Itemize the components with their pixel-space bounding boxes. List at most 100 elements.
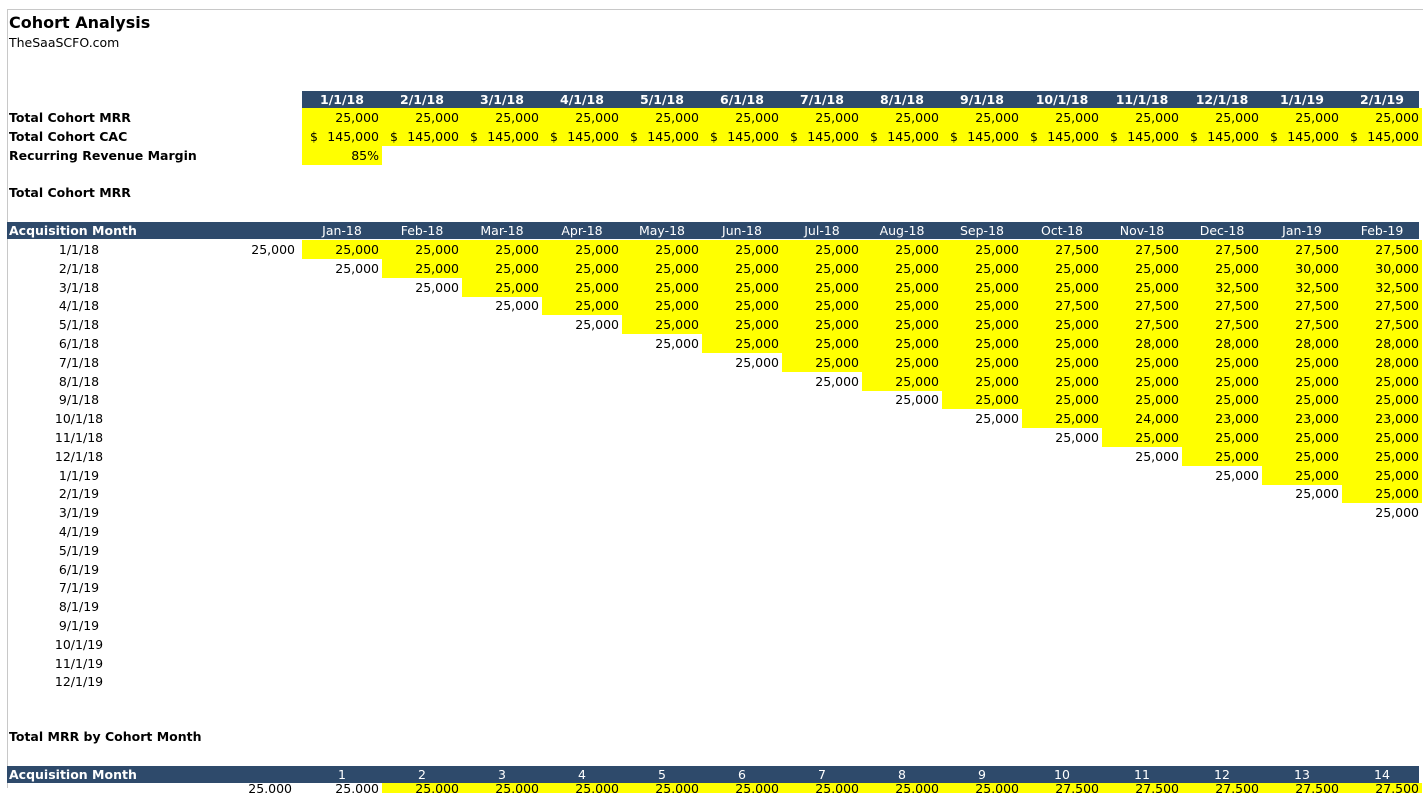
summary-cac-cell[interactable]: $145,000 [382, 127, 462, 146]
cohort-mrr-cell[interactable]: 27,500 [1102, 315, 1182, 334]
section2-partial-cell[interactable]: 27,500 [1262, 783, 1342, 793]
cohort-mrr-cell[interactable]: 25,000 [1102, 353, 1182, 372]
section2-partial-cell[interactable]: 27,500 [1182, 783, 1262, 793]
summary-cac-cell[interactable]: $145,000 [1182, 127, 1262, 146]
cohort-mrr-cell[interactable]: 27,500 [1342, 315, 1422, 334]
cohort-mrr-cell[interactable]: 25,000 [382, 240, 462, 259]
summary-cac-cell[interactable]: $145,000 [702, 127, 782, 146]
summary-cac-cell[interactable]: $145,000 [622, 127, 702, 146]
summary-mrr-cell[interactable]: 25,000 [782, 108, 862, 127]
cohort-mrr-cell[interactable]: 25,000 [862, 259, 942, 278]
cohort-mrr-cell[interactable]: 25,000 [1182, 390, 1262, 409]
summary-mrr-cell[interactable]: 25,000 [1022, 108, 1102, 127]
cohort-mrr-cell[interactable]: 25,000 [862, 353, 942, 372]
summary-cac-cell[interactable]: $145,000 [462, 127, 542, 146]
cohort-mrr-cell[interactable]: 25,000 [942, 259, 1022, 278]
cohort-mrr-cell[interactable]: 25,000 [702, 353, 782, 372]
cohort-mrr-cell[interactable]: 25,000 [462, 278, 542, 297]
cohort-mrr-cell[interactable]: 25,000 [302, 240, 382, 259]
summary-cac-cell[interactable]: $145,000 [782, 127, 862, 146]
cohort-mrr-cell[interactable]: 25,000 [542, 315, 622, 334]
cohort-mrr-cell[interactable]: 25,000 [1262, 484, 1342, 503]
cohort-mrr-cell[interactable]: 23,000 [1342, 409, 1422, 428]
section2-partial-cell[interactable]: 27,500 [1022, 783, 1102, 793]
cohort-mrr-cell[interactable]: 32,500 [1182, 278, 1262, 297]
summary-cac-cell[interactable]: $145,000 [1102, 127, 1182, 146]
recurring-revenue-margin-value[interactable]: 85% [302, 146, 382, 165]
cohort-mrr-cell[interactable]: 28,000 [1262, 334, 1342, 353]
summary-cac-cell[interactable]: $145,000 [1262, 127, 1342, 146]
cohort-mrr-cell[interactable]: 25,000 [942, 278, 1022, 297]
summary-cac-cell[interactable]: $145,000 [542, 127, 622, 146]
summary-mrr-cell[interactable]: 25,000 [942, 108, 1022, 127]
cohort-mrr-cell[interactable]: 28,000 [1102, 334, 1182, 353]
summary-cac-cell[interactable]: $145,000 [1022, 127, 1102, 146]
cohort-mrr-cell[interactable]: 25,000 [782, 240, 862, 259]
cohort-mrr-cell[interactable]: 25,000 [1102, 259, 1182, 278]
cohort-mrr-cell[interactable]: 25,000 [702, 259, 782, 278]
cohort-mrr-cell[interactable]: 25,000 [862, 278, 942, 297]
cohort-mrr-cell[interactable]: 24,000 [1102, 409, 1182, 428]
cohort-mrr-cell[interactable]: 25,000 [1182, 372, 1262, 391]
cohort-mrr-cell[interactable]: 25,000 [1022, 315, 1102, 334]
cohort-mrr-cell[interactable]: 25,000 [782, 296, 862, 315]
cohort-mrr-cell[interactable]: 25,000 [1262, 466, 1342, 485]
cohort-mrr-cell[interactable]: 25,000 [1182, 353, 1262, 372]
cohort-mrr-cell[interactable]: 25,000 [622, 296, 702, 315]
summary-mrr-cell[interactable]: 25,000 [1262, 108, 1342, 127]
cohort-mrr-cell[interactable]: 25,000 [1342, 372, 1422, 391]
cohort-mrr-cell[interactable]: 27,500 [1262, 315, 1342, 334]
cohort-mrr-cell[interactable]: 27,500 [1022, 296, 1102, 315]
cohort-mrr-cell[interactable]: 25,000 [622, 334, 702, 353]
cohort-mrr-cell[interactable]: 25,000 [1342, 484, 1422, 503]
cohort-mrr-cell[interactable]: 25,000 [622, 278, 702, 297]
cohort-mrr-cell[interactable]: 25,000 [702, 296, 782, 315]
cohort-mrr-cell[interactable]: 25,000 [462, 240, 542, 259]
cohort-mrr-cell[interactable]: 25,000 [622, 259, 702, 278]
cohort-mrr-cell[interactable]: 25,000 [1102, 278, 1182, 297]
cohort-mrr-cell[interactable]: 25,000 [1342, 447, 1422, 466]
cohort-mrr-cell[interactable]: 27,500 [1182, 296, 1262, 315]
cohort-mrr-cell[interactable]: 25,000 [782, 278, 862, 297]
cohort-mrr-cell[interactable]: 25,000 [782, 372, 862, 391]
cohort-mrr-cell[interactable]: 27,500 [1262, 296, 1342, 315]
cohort-mrr-cell[interactable]: 25,000 [462, 259, 542, 278]
cohort-initial-value[interactable]: 25,000 [222, 240, 295, 259]
cohort-mrr-cell[interactable]: 25,000 [462, 296, 542, 315]
summary-cac-cell[interactable]: $145,000 [302, 127, 382, 146]
cohort-mrr-cell[interactable]: 25,000 [1262, 447, 1342, 466]
section2-partial-cell[interactable]: 25,000 [222, 783, 295, 793]
cohort-mrr-cell[interactable]: 27,500 [1262, 240, 1342, 259]
cohort-mrr-cell[interactable]: 25,000 [622, 240, 702, 259]
cohort-mrr-cell[interactable]: 25,000 [1262, 390, 1342, 409]
cohort-mrr-cell[interactable]: 25,000 [942, 334, 1022, 353]
cohort-mrr-cell[interactable]: 27,500 [1182, 240, 1262, 259]
summary-mrr-cell[interactable]: 25,000 [1102, 108, 1182, 127]
cohort-mrr-cell[interactable]: 25,000 [1182, 428, 1262, 447]
cohort-mrr-cell[interactable]: 25,000 [862, 240, 942, 259]
cohort-mrr-cell[interactable]: 25,000 [942, 390, 1022, 409]
cohort-mrr-cell[interactable]: 25,000 [1182, 259, 1262, 278]
cohort-mrr-cell[interactable]: 27,500 [1342, 296, 1422, 315]
cohort-mrr-cell[interactable]: 28,000 [1342, 353, 1422, 372]
cohort-mrr-cell[interactable]: 25,000 [1102, 428, 1182, 447]
cohort-mrr-cell[interactable]: 25,000 [1022, 428, 1102, 447]
cohort-mrr-cell[interactable]: 25,000 [1342, 390, 1422, 409]
cohort-mrr-cell[interactable]: 25,000 [542, 278, 622, 297]
cohort-mrr-cell[interactable]: 25,000 [942, 296, 1022, 315]
cohort-mrr-cell[interactable]: 25,000 [782, 334, 862, 353]
cohort-mrr-cell[interactable]: 25,000 [942, 409, 1022, 428]
cohort-mrr-cell[interactable]: 27,500 [1102, 296, 1182, 315]
section2-partial-cell[interactable]: 25,000 [702, 783, 782, 793]
summary-cac-cell[interactable]: $145,000 [862, 127, 942, 146]
summary-mrr-cell[interactable]: 25,000 [1182, 108, 1262, 127]
cohort-mrr-cell[interactable]: 25,000 [942, 372, 1022, 391]
cohort-mrr-cell[interactable]: 25,000 [1022, 372, 1102, 391]
cohort-mrr-cell[interactable]: 25,000 [1102, 372, 1182, 391]
cohort-mrr-cell[interactable]: 25,000 [382, 278, 462, 297]
cohort-mrr-cell[interactable]: 27,500 [1102, 240, 1182, 259]
cohort-mrr-cell[interactable]: 25,000 [1182, 466, 1262, 485]
summary-mrr-cell[interactable]: 25,000 [862, 108, 942, 127]
cohort-mrr-cell[interactable]: 28,000 [1342, 334, 1422, 353]
cohort-mrr-cell[interactable]: 25,000 [1102, 447, 1182, 466]
